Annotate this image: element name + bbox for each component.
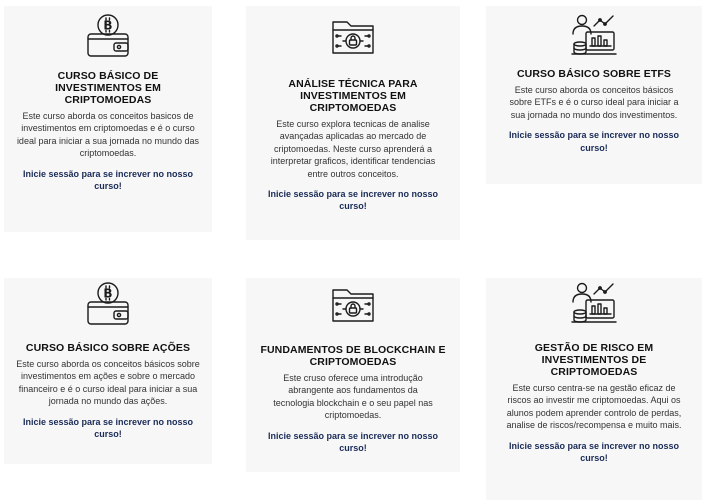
- investor-chart-icon: [494, 278, 694, 324]
- crypto-folder-icon: [254, 6, 452, 60]
- card-description: Este curso aborda os conceitos básicos s…: [509, 85, 679, 120]
- investor-chart-icon: [494, 6, 694, 56]
- card-title: GESTÃO DE RISCO EM INVESTIMENTOS DE CRIP…: [534, 342, 654, 378]
- course-card: GESTÃO DE RISCO EM INVESTIMENTOS DE CRIP…: [486, 278, 702, 500]
- courses-page: B CURSO BÁSICO DE INVESTIMENTOS EM CRIPT…: [0, 0, 706, 504]
- enroll-login-link[interactable]: Inicie sessão para se increver no nosso …: [20, 168, 196, 193]
- card-description: Este cruso oferece uma introdução abrang…: [273, 373, 433, 421]
- card-title: ANÁLISE TÉCNICA PARA INVESTIMENTOS EM CR…: [288, 78, 418, 114]
- enroll-login-link[interactable]: Inicie sessão para se increver no nosso …: [508, 440, 680, 465]
- card-description: Este curso explora tecnicas de analise a…: [270, 119, 436, 179]
- card-title: CURSO BÁSICO SOBRE ETFS: [517, 68, 671, 80]
- svg-text:B: B: [103, 19, 112, 33]
- crypto-folder-icon: [254, 278, 452, 328]
- enroll-login-link[interactable]: Inicie sessão para se increver no nosso …: [262, 430, 444, 455]
- svg-text:B: B: [103, 287, 112, 301]
- card-title: CURSO BÁSICO SOBRE AÇÕES: [25, 342, 191, 354]
- card-description: Este curso aborda os conceitos basicos d…: [16, 111, 200, 159]
- enroll-login-link[interactable]: Inicie sessão para se increver no nosso …: [262, 188, 444, 213]
- bitcoin-wallet-icon: B: [12, 6, 204, 57]
- card-description: Este curso centra-se na gestão eficaz de…: [506, 383, 682, 431]
- enroll-login-link[interactable]: Inicie sessão para se increver no nosso …: [506, 129, 682, 154]
- course-card: CURSO BÁSICO SOBRE ETFS Este curso abord…: [486, 6, 702, 184]
- card-description: Este curso aborda os conceitos básicos s…: [16, 359, 200, 407]
- card-title: CURSO BÁSICO DE INVESTIMENTOS EM CRIPTOM…: [55, 70, 161, 106]
- course-card: B CURSO BÁSICO SOBRE AÇÕES Este curso ab…: [4, 278, 212, 464]
- course-card: ANÁLISE TÉCNICA PARA INVESTIMENTOS EM CR…: [246, 6, 460, 240]
- card-title: FUNDAMENTOS DE BLOCKCHAIN E CRIPTOMOEDAS: [260, 344, 446, 368]
- enroll-login-link[interactable]: Inicie sessão para se increver no nosso …: [20, 416, 196, 441]
- bitcoin-wallet-icon: B: [12, 278, 204, 325]
- course-card: FUNDAMENTOS DE BLOCKCHAIN E CRIPTOMOEDAS…: [246, 278, 460, 472]
- course-card: B CURSO BÁSICO DE INVESTIMENTOS EM CRIPT…: [4, 6, 212, 232]
